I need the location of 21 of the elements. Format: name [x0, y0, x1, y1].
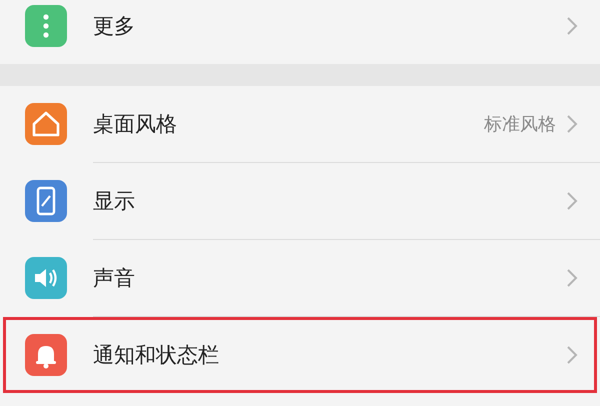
settings-row[interactable]: 通知和状态栏 — [3, 317, 597, 393]
more-icon — [25, 5, 67, 47]
setting-label: 声音 — [93, 265, 136, 292]
settings-row[interactable]: 更多 — [0, 0, 600, 64]
home-icon — [25, 103, 67, 145]
settings-row[interactable]: 桌面风格 标准风格 — [0, 86, 600, 162]
chevron-icon — [566, 191, 578, 211]
chevron-icon — [566, 268, 578, 288]
speaker-icon — [25, 257, 67, 299]
chevron-icon — [566, 16, 578, 36]
setting-label: 显示 — [93, 188, 136, 215]
setting-value: 标准风格 — [484, 113, 556, 136]
setting-label: 桌面风格 — [93, 111, 178, 138]
chevron-icon — [566, 114, 578, 134]
settings-row[interactable]: 显示 — [0, 163, 600, 239]
setting-label: 通知和状态栏 — [93, 342, 220, 369]
bell-icon — [25, 334, 67, 376]
settings-row[interactable]: 声音 — [0, 240, 600, 316]
phone-icon — [25, 180, 67, 222]
chevron-icon — [566, 345, 578, 365]
setting-label: 更多 — [93, 13, 136, 40]
